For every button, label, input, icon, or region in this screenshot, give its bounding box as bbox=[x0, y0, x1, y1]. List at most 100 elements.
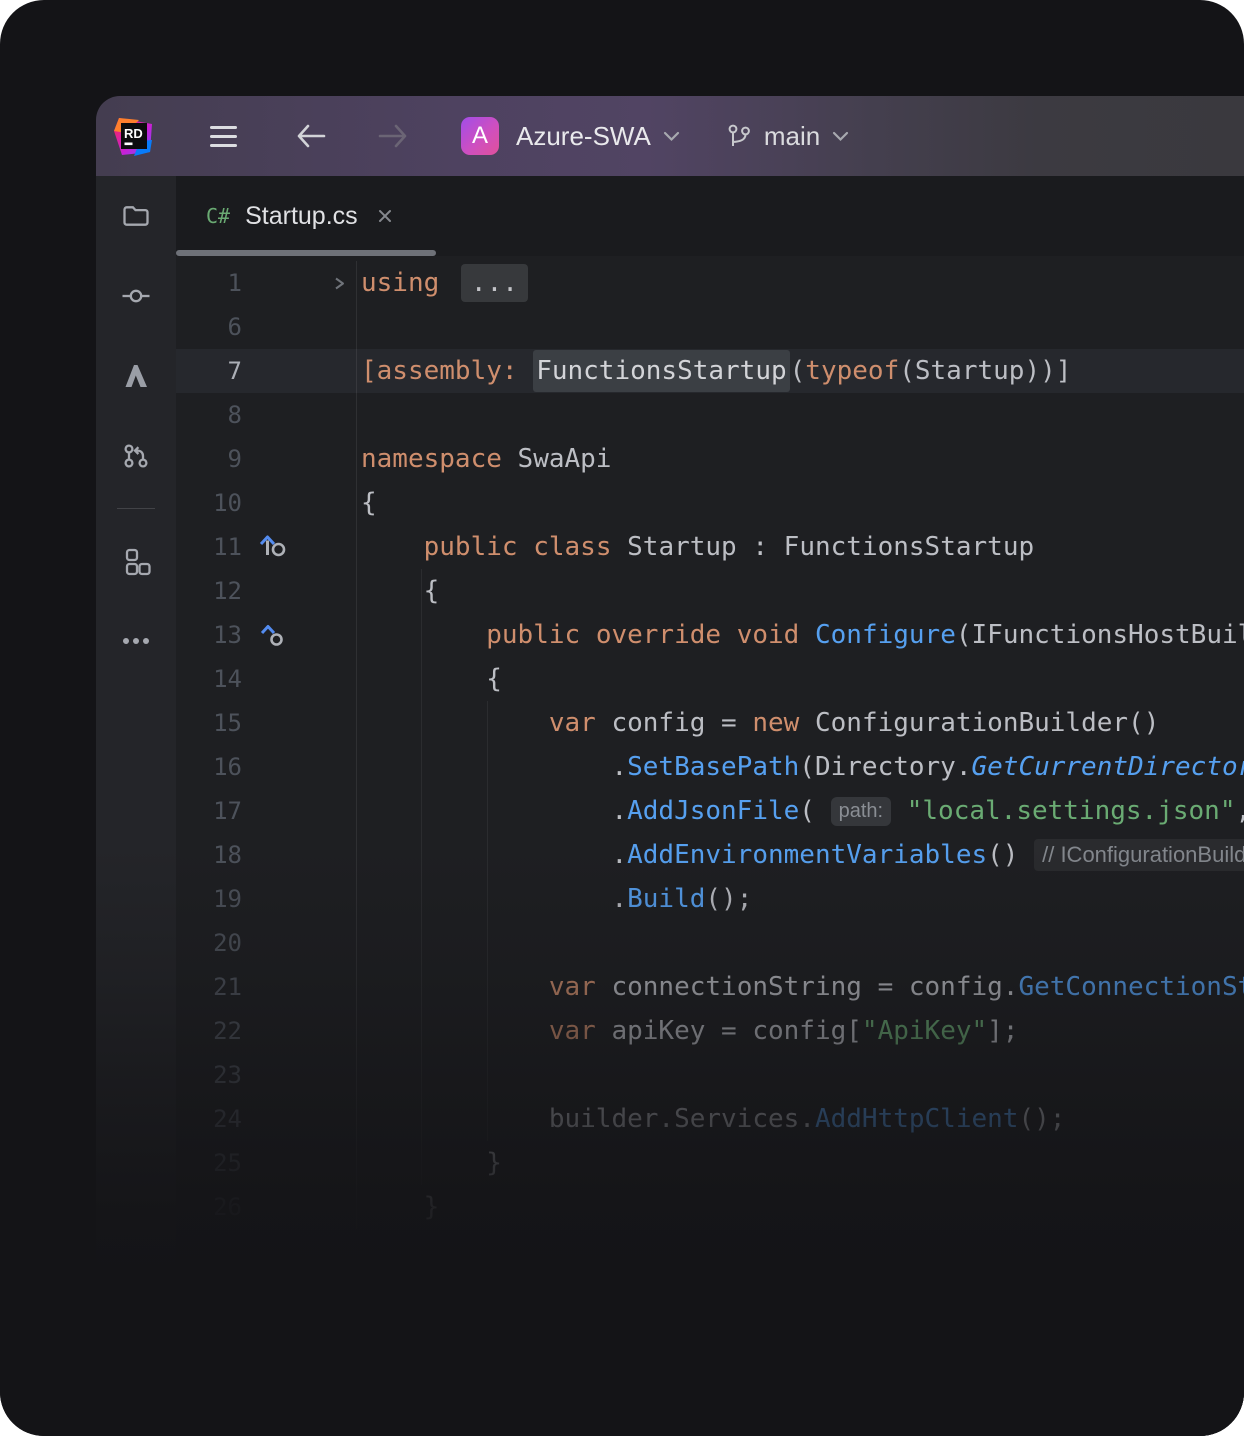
code-line[interactable]: 26 } bbox=[176, 1185, 1244, 1229]
line-number[interactable]: 23 bbox=[176, 1061, 242, 1089]
code-token: using bbox=[361, 268, 455, 298]
line-number[interactable]: 14 bbox=[176, 665, 242, 693]
line-number[interactable]: 13 bbox=[176, 621, 242, 649]
code-line[interactable]: 18 .AddEnvironmentVariables() // IConfig… bbox=[176, 833, 1244, 877]
sidebar-item-pull-requests[interactable] bbox=[96, 416, 176, 496]
code-token: . bbox=[361, 884, 627, 914]
code-line[interactable]: 19 .Build(); bbox=[176, 877, 1244, 921]
code-token: config = bbox=[596, 708, 753, 738]
line-number[interactable]: 18 bbox=[176, 841, 242, 869]
code-token: builder.Services. bbox=[361, 1104, 815, 1134]
rider-logo-icon[interactable]: RD bbox=[112, 114, 156, 158]
sidebar-item-project[interactable] bbox=[96, 176, 176, 256]
code-line[interactable]: 24 builder.Services.AddHttpClient(); bbox=[176, 1097, 1244, 1141]
sidebar-item-more[interactable] bbox=[96, 601, 176, 681]
toolwindow-stripe bbox=[96, 176, 176, 1436]
code-text: [assembly: FunctionsStartup(typeof(Start… bbox=[356, 349, 1244, 393]
code-line[interactable]: 1 using ... bbox=[176, 261, 1244, 305]
code-text: var config = new ConfigurationBuilder() bbox=[356, 701, 1244, 745]
code-line[interactable]: 14 { bbox=[176, 657, 1244, 701]
sidebar-item-azure[interactable] bbox=[96, 336, 176, 416]
code-line[interactable]: 20 bbox=[176, 921, 1244, 965]
fold-chevron-icon[interactable] bbox=[302, 275, 356, 292]
line-number[interactable]: 11 bbox=[176, 533, 242, 561]
code-text: public class Startup : FunctionsStartup bbox=[356, 525, 1244, 569]
stripe-divider bbox=[117, 508, 155, 509]
overridden-marker-icon[interactable] bbox=[242, 532, 302, 562]
line-number[interactable]: 9 bbox=[176, 445, 242, 473]
code-token: [assembly: bbox=[361, 356, 533, 386]
line-number[interactable]: 1 bbox=[176, 269, 242, 297]
tab-startup-cs[interactable]: C# Startup.cs bbox=[176, 176, 417, 256]
code-token: { bbox=[361, 576, 439, 606]
line-number[interactable]: 7 bbox=[176, 357, 242, 385]
code-line[interactable]: 17 .AddJsonFile( path: "local.settings.j… bbox=[176, 789, 1244, 833]
code-text: .Build(); bbox=[356, 877, 1244, 921]
code-text: { bbox=[356, 481, 1244, 525]
code-token bbox=[580, 620, 596, 650]
code-line[interactable]: 22 var apiKey = config["ApiKey"]; bbox=[176, 1009, 1244, 1053]
code-token: (IFunctionsHostBuilder builder) bbox=[956, 620, 1244, 650]
hamburger-icon[interactable] bbox=[210, 126, 237, 147]
sidebar-item-structure[interactable] bbox=[96, 521, 176, 601]
code-line[interactable]: 15 var config = new ConfigurationBuilder… bbox=[176, 701, 1244, 745]
project-name: Azure-SWA bbox=[516, 121, 651, 152]
code-line[interactable]: 10 { bbox=[176, 481, 1244, 525]
line-number[interactable]: 16 bbox=[176, 753, 242, 781]
code-text bbox=[356, 921, 1244, 965]
code-token: "local.settings.json" bbox=[907, 796, 1236, 826]
code-text: public override void Configure(IFunction… bbox=[356, 613, 1244, 657]
line-number[interactable]: 15 bbox=[176, 709, 242, 737]
code-line[interactable]: 16 .SetBasePath(Directory.GetCurrentDire… bbox=[176, 745, 1244, 789]
code-line[interactable]: 23 bbox=[176, 1053, 1244, 1097]
code-token: Build bbox=[627, 884, 705, 914]
project-selector[interactable]: A Azure-SWA bbox=[461, 117, 680, 155]
back-button[interactable] bbox=[295, 122, 327, 150]
line-number[interactable]: 24 bbox=[176, 1105, 242, 1133]
code-text: } bbox=[356, 1185, 1244, 1229]
sidebar-item-commit[interactable] bbox=[96, 256, 176, 336]
code-line[interactable]: 25 } bbox=[176, 1141, 1244, 1185]
code-token: typeof bbox=[805, 356, 899, 386]
close-icon[interactable] bbox=[375, 206, 395, 226]
code-text: builder.Services.AddHttpClient(); bbox=[356, 1097, 1244, 1141]
line-number[interactable]: 6 bbox=[176, 313, 242, 341]
code-line[interactable]: 13 public override void Configure(IFunct… bbox=[176, 613, 1244, 657]
more-icon bbox=[121, 637, 151, 645]
line-number[interactable]: 26 bbox=[176, 1193, 242, 1221]
folded-region[interactable]: ... bbox=[461, 264, 528, 302]
code-token: new bbox=[752, 708, 799, 738]
code-line[interactable]: 12 { bbox=[176, 569, 1244, 613]
line-number[interactable]: 12 bbox=[176, 577, 242, 605]
code-token: () bbox=[987, 840, 1034, 870]
line-number[interactable]: 21 bbox=[176, 973, 242, 1001]
code-token: . bbox=[361, 796, 627, 826]
code-line[interactable]: 7 [assembly: FunctionsStartup(typeof(Star… bbox=[176, 349, 1244, 393]
branch-name: main bbox=[764, 121, 820, 152]
folder-icon bbox=[121, 201, 151, 231]
code-text bbox=[356, 1053, 1244, 1097]
line-number[interactable]: 10 bbox=[176, 489, 242, 517]
line-number[interactable]: 19 bbox=[176, 885, 242, 913]
line-number[interactable]: 22 bbox=[176, 1017, 242, 1045]
code-line[interactable]: 11 public class Startup : FunctionsStart… bbox=[176, 525, 1244, 569]
code-token: void bbox=[737, 620, 800, 650]
branch-selector[interactable]: main bbox=[726, 121, 849, 152]
code-token: GetCurrentDirectory bbox=[971, 752, 1244, 782]
forward-button[interactable] bbox=[377, 122, 409, 150]
line-number[interactable]: 20 bbox=[176, 929, 242, 957]
line-number[interactable]: 17 bbox=[176, 797, 242, 825]
code-line[interactable]: 21 var connectionString = config.GetConn… bbox=[176, 965, 1244, 1009]
code-token: "ApiKey" bbox=[862, 1016, 987, 1046]
overrides-marker-icon[interactable] bbox=[242, 621, 302, 649]
code-text: .SetBasePath(Directory.GetCurrentDirecto… bbox=[356, 745, 1244, 789]
code-text: var connectionString = config.GetConnect… bbox=[356, 965, 1244, 1009]
line-number[interactable]: 25 bbox=[176, 1149, 242, 1177]
main-toolbar: RD A Azure-SWA bbox=[96, 96, 1244, 176]
code-line[interactable]: 9namespace SwaApi bbox=[176, 437, 1244, 481]
code-token: } bbox=[361, 1192, 439, 1222]
line-number[interactable]: 8 bbox=[176, 401, 242, 429]
code-token: var bbox=[549, 1016, 596, 1046]
code-line[interactable]: 6 bbox=[176, 305, 1244, 349]
code-line[interactable]: 8 bbox=[176, 393, 1244, 437]
